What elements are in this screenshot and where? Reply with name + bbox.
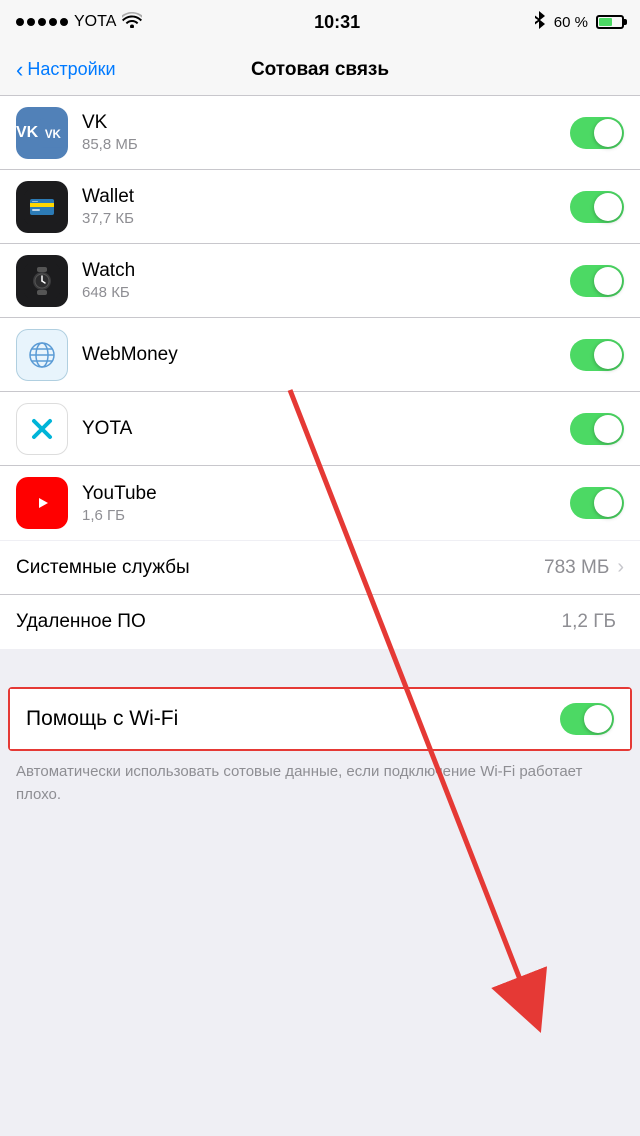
remote-app-label: Удаленное ПО [16, 611, 562, 633]
list-item: YOTA [0, 392, 640, 466]
system-services-value: 783 МБ [544, 557, 609, 579]
toggle-youtube[interactable] [570, 487, 624, 519]
app-icon-yota [16, 403, 68, 455]
app-info: Wallet 37,7 КБ [82, 186, 570, 227]
app-size: 85,8 МБ [82, 136, 570, 153]
app-size: 648 КБ [82, 284, 570, 301]
list-item: VK VK 85,8 МБ [0, 96, 640, 170]
list-item: Watch 648 КБ [0, 244, 640, 318]
toggle-webmoney[interactable] [570, 339, 624, 371]
status-bar: YOTA 10:31 60 % [0, 0, 640, 44]
nav-title: Сотовая связь [251, 59, 389, 81]
toggle-knob [594, 267, 622, 295]
app-name: VK [82, 112, 570, 134]
remote-app-value: 1,2 ГБ [562, 611, 616, 633]
back-arrow-icon: ‹ [16, 57, 23, 83]
app-name: WebMoney [82, 344, 570, 366]
section-gap [0, 649, 640, 687]
svg-text:VK: VK [45, 128, 62, 140]
nav-back-label: Настройки [27, 59, 115, 80]
nav-back-button[interactable]: ‹ Настройки [16, 57, 116, 83]
app-icon-wallet [16, 181, 68, 233]
list-item: Wallet 37,7 КБ [0, 170, 640, 244]
toggle-watch[interactable] [570, 265, 624, 297]
status-time: 10:31 [314, 12, 360, 33]
toggle-wifi-help[interactable] [560, 703, 614, 735]
wifi-help-item: Помощь с Wi-Fi [10, 689, 630, 749]
app-icon-vk: VK [16, 107, 68, 159]
app-name: YouTube [82, 483, 570, 505]
app-list: VK VK 85,8 МБ Wallet 37,7 КБ [0, 96, 640, 540]
toggle-knob [594, 193, 622, 221]
toggle-knob [594, 489, 622, 517]
toggle-wallet[interactable] [570, 191, 624, 223]
list-item: YouTube 1,6 ГБ [0, 466, 640, 540]
app-icon-watch [16, 255, 68, 307]
wifi-desc-text: Автоматически использовать сотовые данны… [16, 761, 624, 806]
wifi-help-label: Помощь с Wi-Fi [26, 707, 560, 731]
list-item: WebMoney [0, 318, 640, 392]
app-info: YouTube 1,6 ГБ [82, 483, 570, 524]
app-name: Watch [82, 260, 570, 282]
toggle-knob [594, 341, 622, 369]
wifi-help-section: Помощь с Wi-Fi [0, 687, 640, 751]
bluetooth-icon [532, 11, 546, 34]
carrier-name: YOTA [74, 13, 116, 31]
system-services-item[interactable]: Системные службы 783 МБ › [0, 541, 640, 595]
toggle-vk[interactable] [570, 117, 624, 149]
app-info: YOTA [82, 418, 570, 440]
nav-bar: ‹ Настройки Сотовая связь [0, 44, 640, 96]
app-info: WebMoney [82, 344, 570, 366]
system-services-label: Системные службы [16, 557, 544, 579]
system-items-list: Системные службы 783 МБ › Удаленное ПО 1… [0, 541, 640, 649]
toggle-knob [594, 119, 622, 147]
toggle-yota[interactable] [570, 413, 624, 445]
app-info: VK 85,8 МБ [82, 112, 570, 153]
signal-dots [16, 18, 68, 26]
wifi-icon [122, 12, 142, 33]
toggle-knob [594, 415, 622, 443]
app-icon-webmoney [16, 329, 68, 381]
chevron-right-icon: › [617, 556, 624, 579]
app-name: YOTA [82, 418, 570, 440]
app-icon-youtube [16, 477, 68, 529]
remote-app-item: Удаленное ПО 1,2 ГБ [0, 595, 640, 649]
wifi-description: Автоматически использовать сотовые данны… [0, 751, 640, 822]
battery-icon [596, 15, 624, 29]
status-right: 60 % [532, 11, 624, 34]
app-size: 37,7 КБ [82, 210, 570, 227]
toggle-knob [584, 705, 612, 733]
app-size: 1,6 ГБ [82, 507, 570, 524]
status-left: YOTA [16, 12, 142, 33]
app-info: Watch 648 КБ [82, 260, 570, 301]
app-name: Wallet [82, 186, 570, 208]
battery-percent: 60 % [554, 14, 588, 31]
battery-fill [599, 18, 612, 26]
